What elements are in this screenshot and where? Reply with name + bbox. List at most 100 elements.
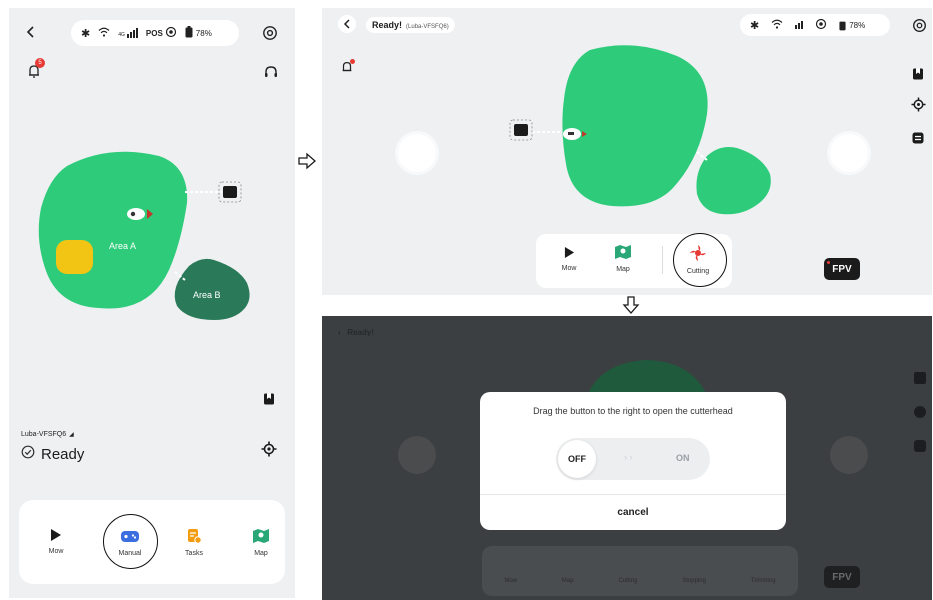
status-pill: ✱ 4G POS 78%: [71, 20, 239, 46]
back-icon[interactable]: [338, 15, 356, 33]
wifi-icon: [771, 19, 783, 31]
area-a-shape: [562, 45, 708, 207]
notification-dot: [350, 59, 355, 64]
locate-icon[interactable]: [910, 96, 926, 112]
nav-tasks[interactable]: Tasks: [179, 528, 209, 557]
map-book-icon[interactable]: [910, 66, 926, 82]
area-b-shape: [696, 147, 771, 215]
device-name-text: Luba-VFSFQ6: [21, 431, 67, 438]
notification-badge: 5: [35, 58, 45, 68]
dimmed-joystick-left: [398, 436, 436, 474]
dimmed-toolbar-stopping: Stopping: [682, 578, 706, 584]
cancel-button[interactable]: cancel: [480, 495, 786, 530]
bluetooth-icon: ✱: [81, 27, 91, 40]
toolbar-mow-label: Mow: [561, 265, 577, 272]
toggle-off-label: OFF: [568, 454, 586, 464]
signal-type: 4G: [118, 32, 125, 38]
toolbar-map-label: Map: [616, 266, 630, 273]
wifi-icon: [98, 27, 110, 39]
settings-icon[interactable]: [261, 24, 279, 42]
manual-highlight-circle: [103, 514, 158, 569]
yellow-zone: [56, 240, 93, 274]
area-a-shape: [38, 151, 188, 309]
cancel-label: cancel: [617, 507, 649, 518]
nav-tasks-label: Tasks: [185, 550, 203, 557]
cutterhead-dialog: Drag the button to the right to open the…: [480, 392, 786, 530]
dialog-message: Drag the button to the right to open the…: [533, 406, 733, 416]
toolbar-map[interactable]: Map: [606, 244, 640, 273]
nav-map-label: Map: [254, 550, 268, 557]
lawn-map[interactable]: [502, 44, 782, 224]
status-header: Ready! (Luba-VFSFQ6): [366, 17, 455, 33]
toolbar-divider: [662, 246, 663, 274]
dimmed-toolbar: Mow Map Cutting Stopping Trimming: [482, 546, 798, 596]
ready-status: Ready: [21, 445, 84, 464]
cellular-signal-icon: [795, 21, 804, 29]
manual-mode-screen: Ready! (Luba-VFSFQ6) ✱ 78% Mow Map Cutti…: [322, 8, 932, 295]
cutting-highlight-circle: [673, 233, 727, 287]
left-app-screen: ✱ 4G POS 78% 5 Area A Area B Luba-VFSFQ6…: [9, 8, 295, 598]
charging-station-icon: [514, 124, 528, 136]
map-icon: [615, 245, 631, 259]
dropdown-caret-icon: ◢: [69, 432, 74, 438]
layers-icon[interactable]: [910, 130, 926, 146]
status-title: Ready!: [372, 20, 403, 30]
gps-icon: [815, 18, 827, 32]
back-icon[interactable]: [23, 24, 39, 40]
flow-arrow-down-icon: [622, 296, 640, 314]
toggle-on-label: ON: [676, 453, 690, 463]
device-name[interactable]: Luba-VFSFQ6 ◢: [21, 431, 74, 438]
bottom-nav: Mow Manual Tasks Map: [19, 500, 285, 584]
cellular-signal-icon: 4G: [118, 28, 138, 38]
map-icon: [253, 529, 269, 543]
battery-icon: [185, 26, 193, 40]
dimmed-fpv-button: FPV: [824, 566, 860, 588]
pos-label: POS: [145, 28, 163, 38]
battery-level: 78%: [849, 20, 866, 30]
play-icon: [51, 529, 61, 541]
play-icon: [564, 247, 574, 258]
nav-map[interactable]: Map: [246, 528, 276, 557]
fpv-button[interactable]: FPV: [824, 258, 860, 280]
dimmed-joystick-right: [830, 436, 868, 474]
dimmed-toolbar-cutting: Cutting: [618, 578, 638, 584]
cutterhead-slider[interactable]: OFF › › ON: [556, 438, 710, 480]
fpv-label: FPV: [832, 263, 852, 275]
gps-icon: [165, 26, 177, 40]
flow-arrow-right-icon: [298, 152, 316, 170]
mower-icon: [127, 208, 145, 220]
tasks-icon: [188, 529, 202, 544]
manual-toolbar: Mow Map Cutting: [536, 233, 732, 288]
toolbar-mow[interactable]: Mow: [552, 246, 586, 272]
left-joystick[interactable]: [398, 134, 436, 172]
nav-mow[interactable]: Mow: [41, 528, 71, 555]
slide-chevrons-icon: › ›: [624, 452, 633, 462]
locate-icon[interactable]: [260, 440, 278, 458]
fpv-dot: [827, 261, 830, 264]
settings-icon[interactable]: [910, 16, 928, 34]
notification-bell-icon[interactable]: 5: [23, 58, 45, 82]
dimmed-toolbar-mow: Mow: [504, 578, 518, 584]
nav-mow-label: Mow: [48, 548, 64, 555]
dimmed-toolbar-trimming: Trimming: [750, 578, 776, 584]
area-a-label: Area A: [109, 241, 137, 251]
bluetooth-icon: ✱: [750, 19, 760, 32]
ready-status-text: Ready: [41, 446, 85, 463]
device-name: (Luba-VFSFQ6): [406, 24, 449, 30]
slider-off-knob[interactable]: OFF: [558, 440, 596, 478]
dimmed-toolbar-map: Map: [561, 578, 574, 584]
area-b-label: Area B: [193, 290, 221, 300]
status-pill: ✱ 78%: [740, 14, 890, 36]
dimmed-fpv-label: FPV: [832, 571, 852, 583]
dimmed-header: ‹ Ready!: [338, 328, 375, 337]
dimmed-side-icons: [914, 372, 926, 462]
map-book-icon[interactable]: [261, 391, 277, 407]
charging-station-icon: [223, 186, 237, 198]
battery-level: 78%: [195, 28, 212, 38]
right-joystick[interactable]: [830, 134, 868, 172]
notification-bell-icon[interactable]: [338, 58, 356, 76]
check-circle-icon: [21, 445, 35, 464]
cutterhead-dialog-screen: ‹ Ready! Mow Map Cutting Stopping Trimmi…: [322, 316, 932, 600]
lawn-map[interactable]: [9, 148, 295, 348]
support-headset-icon[interactable]: [261, 62, 281, 82]
